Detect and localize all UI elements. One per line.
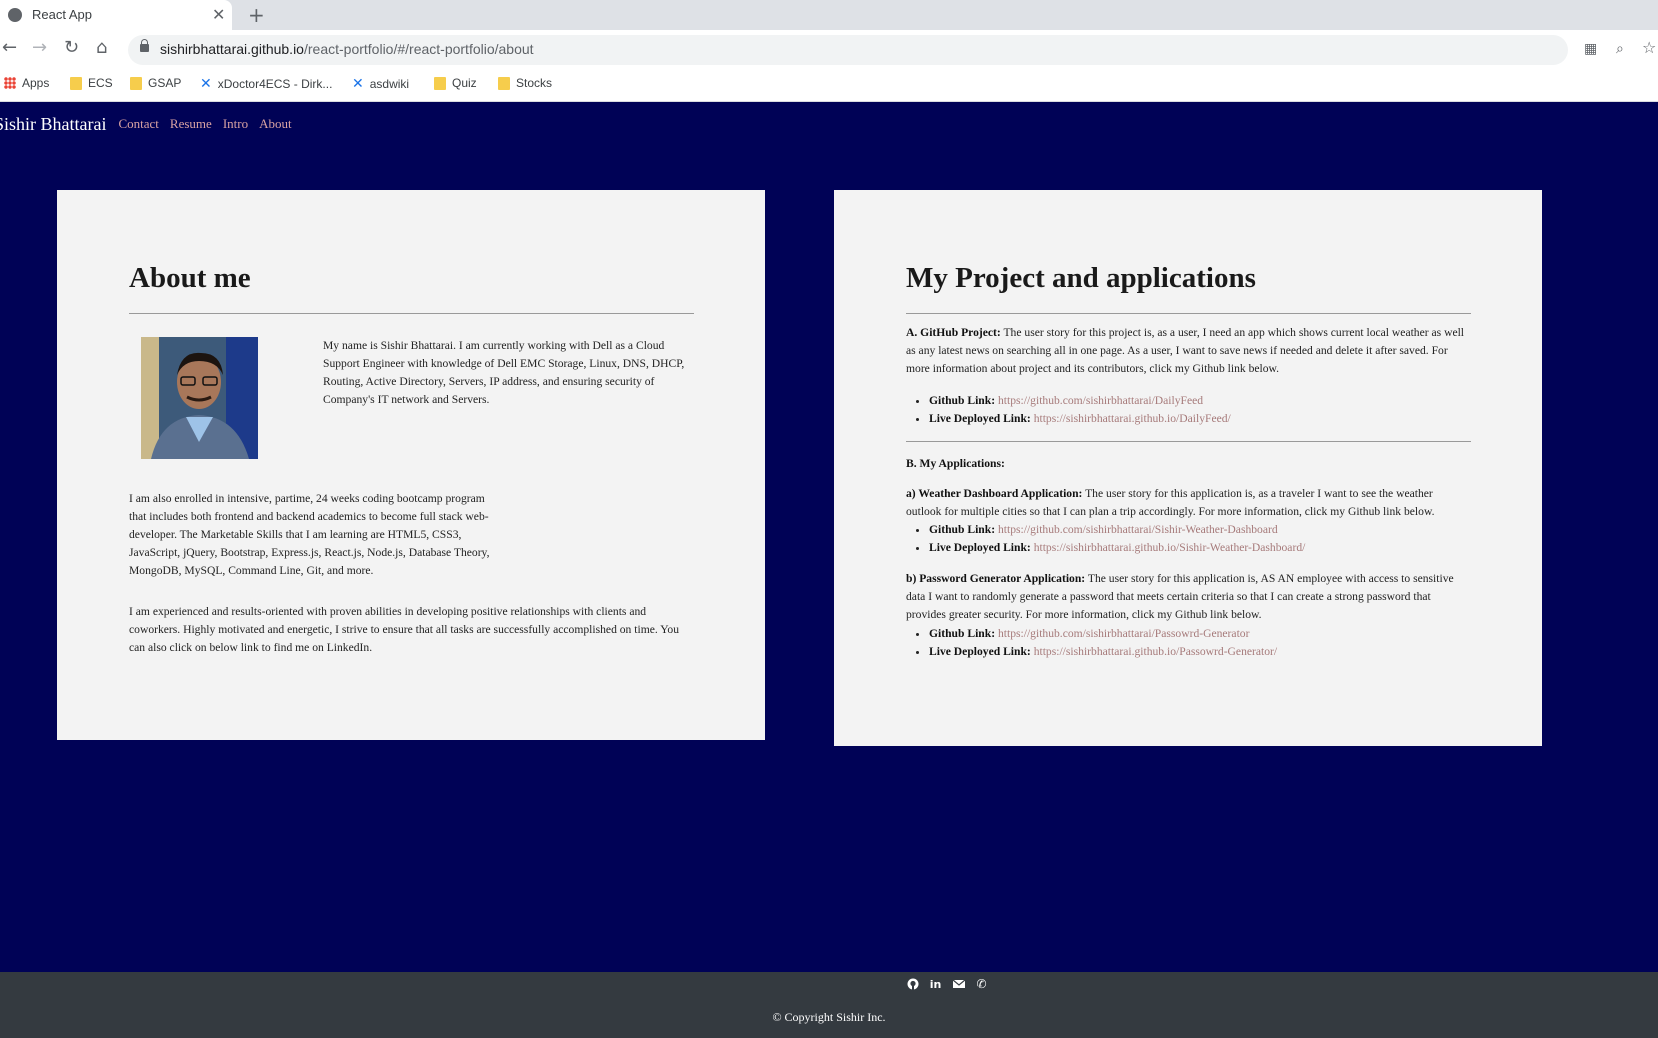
bookmark-gsap[interactable]: GSAP [130,76,181,90]
bookmarks-bar: Apps ECS GSAP ✕ xDoctor4ECS - Dirk... ✕ as… [0,70,1658,102]
divider [906,441,1471,442]
projects-title: My Project and applications [906,262,1256,294]
bookmark-stocks[interactable]: Stocks [498,76,552,90]
linkedin-icon[interactable]: in [929,978,942,991]
password-app-links: Github Link: https://github.com/sishirbh… [906,625,1494,661]
password-github-link[interactable]: https://github.com/sishirbhattarai/Passo… [998,627,1249,640]
projects-card: My Project and applications A. GitHub Pr… [834,190,1542,746]
site-navbar: Sishir Bhattarai Contact Resume Intro Ab… [0,102,303,146]
brand-name[interactable]: Sishir Bhattarai [0,114,106,135]
browser-tab[interactable]: React App ✕ [0,0,232,30]
list-item: Github Link: https://github.com/sishirbh… [929,521,1494,539]
about-card: About me My name is Sishir Bhattarai. I … [57,190,765,740]
applications-heading: B. My Applications: [906,457,1005,470]
apps-grid-icon [4,77,16,89]
zoom-icon[interactable]: ⌕ [1616,41,1624,57]
folder-icon [498,76,510,90]
weather-app-desc: a) Weather Dashboard Application: The us… [906,487,1435,518]
home-icon[interactable]: ⌂ [96,38,107,58]
list-item: Live Deployed Link: https://sishirbhatta… [929,539,1494,557]
about-title: About me [129,262,251,294]
nav-link-about[interactable]: About [259,116,292,132]
list-item: Live Deployed Link: https://sishirbhatta… [929,643,1494,661]
bookmark-ecs[interactable]: ECS [70,76,113,90]
tab-title: React App [32,7,92,22]
lock-icon [140,39,149,52]
url-text: sishirbhattarai.github.io/react-portfoli… [160,41,534,57]
envelope-icon[interactable] [952,978,965,991]
bookmark-asdwiki[interactable]: ✕ asdwiki [352,76,409,92]
star-icon[interactable]: ☆ [1642,38,1656,58]
about-experience-text: I am experienced and results-oriented wi… [129,605,680,654]
phone-icon[interactable]: ✆ [975,978,988,991]
confluence-icon: ✕ [352,76,364,92]
github-project-links: Github Link: https://github.com/sishirbh… [906,392,1494,428]
list-item: Github Link: https://github.com/sishirbh… [929,392,1494,410]
bookmark-apps[interactable]: Apps [4,76,49,90]
address-bar[interactable]: sishirbhattarai.github.io/react-portfoli… [128,35,1624,65]
browser-tab-bar: React App ✕ + [0,0,1658,30]
folder-icon [434,76,446,90]
confluence-icon: ✕ [200,76,212,92]
password-live-link[interactable]: https://sishirbhattarai.github.io/Passow… [1034,645,1277,658]
list-item: Live Deployed Link: https://sishirbhatta… [929,410,1494,428]
forward-icon[interactable]: → [32,38,47,58]
divider [906,313,1471,314]
github-project-desc: A. GitHub Project: The user story for th… [906,326,1465,375]
close-icon[interactable]: ✕ [212,5,225,24]
nav-link-resume[interactable]: Resume [170,116,212,132]
github-icon[interactable] [906,978,919,991]
weather-live-link[interactable]: https://sishirbhattarai.github.io/Sishir… [1034,541,1306,554]
dailyfeed-github-link[interactable]: https://github.com/sishirbhattarai/Daily… [998,394,1203,407]
bookmark-xdoctor[interactable]: ✕ xDoctor4ECS - Dirk... [200,76,332,92]
back-icon[interactable]: ← [2,38,17,58]
nav-link-contact[interactable]: Contact [118,116,158,132]
folder-icon [70,76,82,90]
profile-photo [141,337,258,459]
site-footer: in ✆ © Copyright Sishir Inc. [0,972,1658,1038]
about-bootcamp-text: I am also enrolled in intensive, partime… [129,492,490,577]
copyright-text: © Copyright Sishir Inc. [772,1010,886,1024]
globe-icon [8,8,22,22]
reload-icon[interactable]: ↻ [64,38,79,58]
password-app-desc: b) Password Generator Application: The u… [906,572,1454,621]
social-icons: in ✆ [906,978,988,991]
qr-code-icon[interactable]: ▦ [1584,41,1597,57]
weather-github-link[interactable]: https://github.com/sishirbhattarai/Sishi… [998,523,1278,536]
bookmark-quiz[interactable]: Quiz [434,76,477,90]
browser-toolbar: ← → ↻ ⌂ sishirbhattarai.github.io/react-… [0,30,1658,70]
folder-icon [130,76,142,90]
nav-link-intro[interactable]: Intro [223,116,248,132]
new-tab-icon[interactable]: + [248,3,265,27]
list-item: Github Link: https://github.com/sishirbh… [929,625,1494,643]
about-intro-text: My name is Sishir Bhattarai. I am curren… [323,339,685,406]
divider [129,313,694,314]
dailyfeed-live-link[interactable]: https://sishirbhattarai.github.io/DailyF… [1034,412,1231,425]
weather-app-links: Github Link: https://github.com/sishirbh… [906,521,1494,557]
